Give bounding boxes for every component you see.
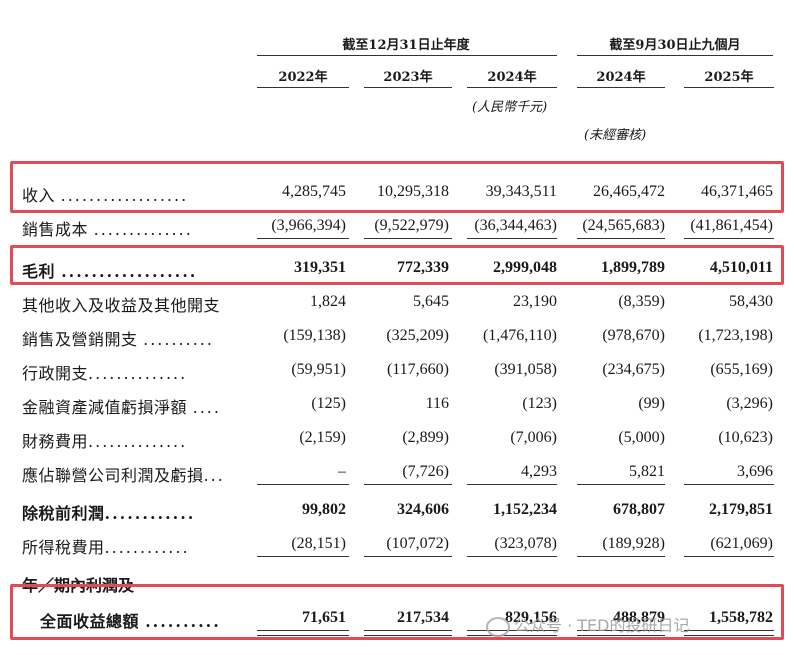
subtotal-rule (467, 238, 557, 239)
subtotal-rule (577, 484, 665, 485)
cell: 3,696 (737, 463, 773, 480)
cell: 116 (425, 395, 449, 412)
subtotal-rule (364, 484, 452, 485)
cell: (36,344,463) (474, 217, 557, 234)
header-group-nine-months-rule (577, 55, 773, 56)
row-label: 應佔聯營公司利潤及虧損... (22, 466, 225, 485)
wechat-icon (486, 616, 510, 637)
cell: 4,293 (521, 463, 557, 480)
cell: (621,069) (710, 535, 773, 552)
subtotal-rule (364, 556, 452, 557)
cell: (5,000) (618, 429, 665, 446)
cell: (2,159) (299, 429, 346, 446)
cell: (1,723,198) (698, 327, 773, 344)
year-rule-3 (467, 87, 557, 88)
cell: (1,476,110) (482, 327, 557, 344)
subtotal-rule (467, 556, 557, 557)
cell: (9,522,979) (374, 217, 449, 234)
cell: (189,928) (602, 535, 665, 552)
cell: 5,821 (629, 463, 665, 480)
cell: (123) (522, 395, 557, 412)
header-group-annual-rule (257, 55, 557, 56)
cell: 5,645 (413, 293, 449, 310)
table-row-impairment-losses: 金融資產減值虧損淨額 .... (125) 116 (123) (99) (3,… (0, 392, 794, 417)
cell: (41,861,454) (690, 217, 773, 234)
cell: (117,660) (386, 361, 449, 378)
cell: (125) (311, 395, 346, 412)
subtotal-rule (577, 238, 665, 239)
cell: (234,675) (602, 361, 665, 378)
cell: (7,726) (402, 463, 449, 480)
year-rule-5 (684, 87, 774, 88)
cell: (99) (638, 395, 665, 412)
year-header-2: 2023年 (383, 70, 433, 85)
table-row-admin-expenses: 行政開支.............. (59,951) (117,660) (3… (0, 358, 794, 383)
cell: (2,899) (402, 429, 449, 446)
year-header-3: 2024年 (487, 70, 537, 85)
row-label: 所得稅費用............ (22, 538, 190, 557)
watermark: 公众号 · TED的投研日记 (486, 612, 689, 637)
cell: 324,606 (397, 501, 449, 518)
cell: 2,179,851 (709, 501, 773, 518)
table-row-profit-before-tax: 除稅前利潤............ 99,802 324,606 1,152,2… (0, 498, 794, 523)
unaudited-note: (未經審核) (584, 128, 647, 143)
subtotal-rule (684, 484, 774, 485)
subtotal-rule (364, 238, 452, 239)
year-rule-2 (364, 87, 452, 88)
table-row-cost-of-sales: 銷售成本 .............. (3,966,394) (9,522,9… (0, 214, 794, 239)
row-label: 金融資產減值虧損淨額 .... (22, 398, 221, 417)
subtotal-rule (684, 556, 774, 557)
row-label: 其他收入及收益及其他開支 (22, 296, 221, 315)
cell: (24,565,683) (582, 217, 665, 234)
cell: (107,072) (386, 535, 449, 552)
table-row-selling-expenses: 銷售及營銷開支 .......... (159,138) (325,209) (… (0, 324, 794, 349)
table-row-income-tax: 所得稅費用............ (28,151) (107,072) (32… (0, 532, 794, 557)
currency-unit: (人民幣千元) (472, 100, 548, 115)
subtotal-rule (257, 556, 349, 557)
cell: – (338, 463, 346, 480)
cell: (323,078) (494, 535, 557, 552)
row-label: 行政開支.............. (22, 364, 188, 383)
cell: (7,006) (510, 429, 557, 446)
cell: (59,951) (291, 361, 346, 378)
highlight-box-gross-profit (10, 245, 784, 285)
year-header-4: 2024年 (596, 70, 646, 85)
cell: 1,824 (310, 293, 346, 310)
cell: (391,058) (494, 361, 557, 378)
row-label: 除稅前利潤............ (22, 504, 196, 523)
cell: (3,966,394) (271, 217, 346, 234)
cell: (10,623) (718, 429, 773, 446)
subtotal-rule (257, 238, 349, 239)
year-header-5: 2025年 (704, 70, 754, 85)
row-label: 銷售成本 .............. (22, 220, 193, 239)
cell: (28,151) (291, 535, 346, 552)
subtotal-rule (257, 484, 349, 485)
subtotal-rule (467, 484, 557, 485)
cell: (655,169) (710, 361, 773, 378)
year-rule-4 (577, 87, 665, 88)
highlight-box-revenue (10, 161, 784, 213)
cell: 1,152,234 (493, 501, 557, 518)
year-rule-1 (257, 87, 349, 88)
cell: 23,190 (513, 293, 557, 310)
cell: (325,209) (386, 327, 449, 344)
cell: 58,430 (729, 293, 773, 310)
table-row-other-income: 其他收入及收益及其他開支 1,824 5,645 23,190 (8,359) … (0, 290, 794, 315)
row-label: 財務費用.............. (22, 432, 188, 451)
cell: 99,802 (302, 501, 346, 518)
row-label: 銷售及營銷開支 .......... (22, 330, 214, 349)
header-group-nine-months: 截至9月30日止九個月 (609, 38, 741, 53)
table-row-finance-costs: 財務費用.............. (2,159) (2,899) (7,00… (0, 426, 794, 451)
cell: 678,807 (613, 501, 665, 518)
cell: (3,296) (726, 395, 773, 412)
subtotal-rule (684, 238, 774, 239)
cell: (978,670) (602, 327, 665, 344)
table-row-associates-share: 應佔聯營公司利潤及虧損... – (7,726) 4,293 5,821 3,6… (0, 460, 794, 485)
cell: (8,359) (618, 293, 665, 310)
header-group-annual: 截至12月31日止年度 (342, 38, 470, 53)
year-header-1: 2022年 (278, 70, 328, 85)
subtotal-rule (577, 556, 665, 557)
cell: (159,138) (283, 327, 346, 344)
